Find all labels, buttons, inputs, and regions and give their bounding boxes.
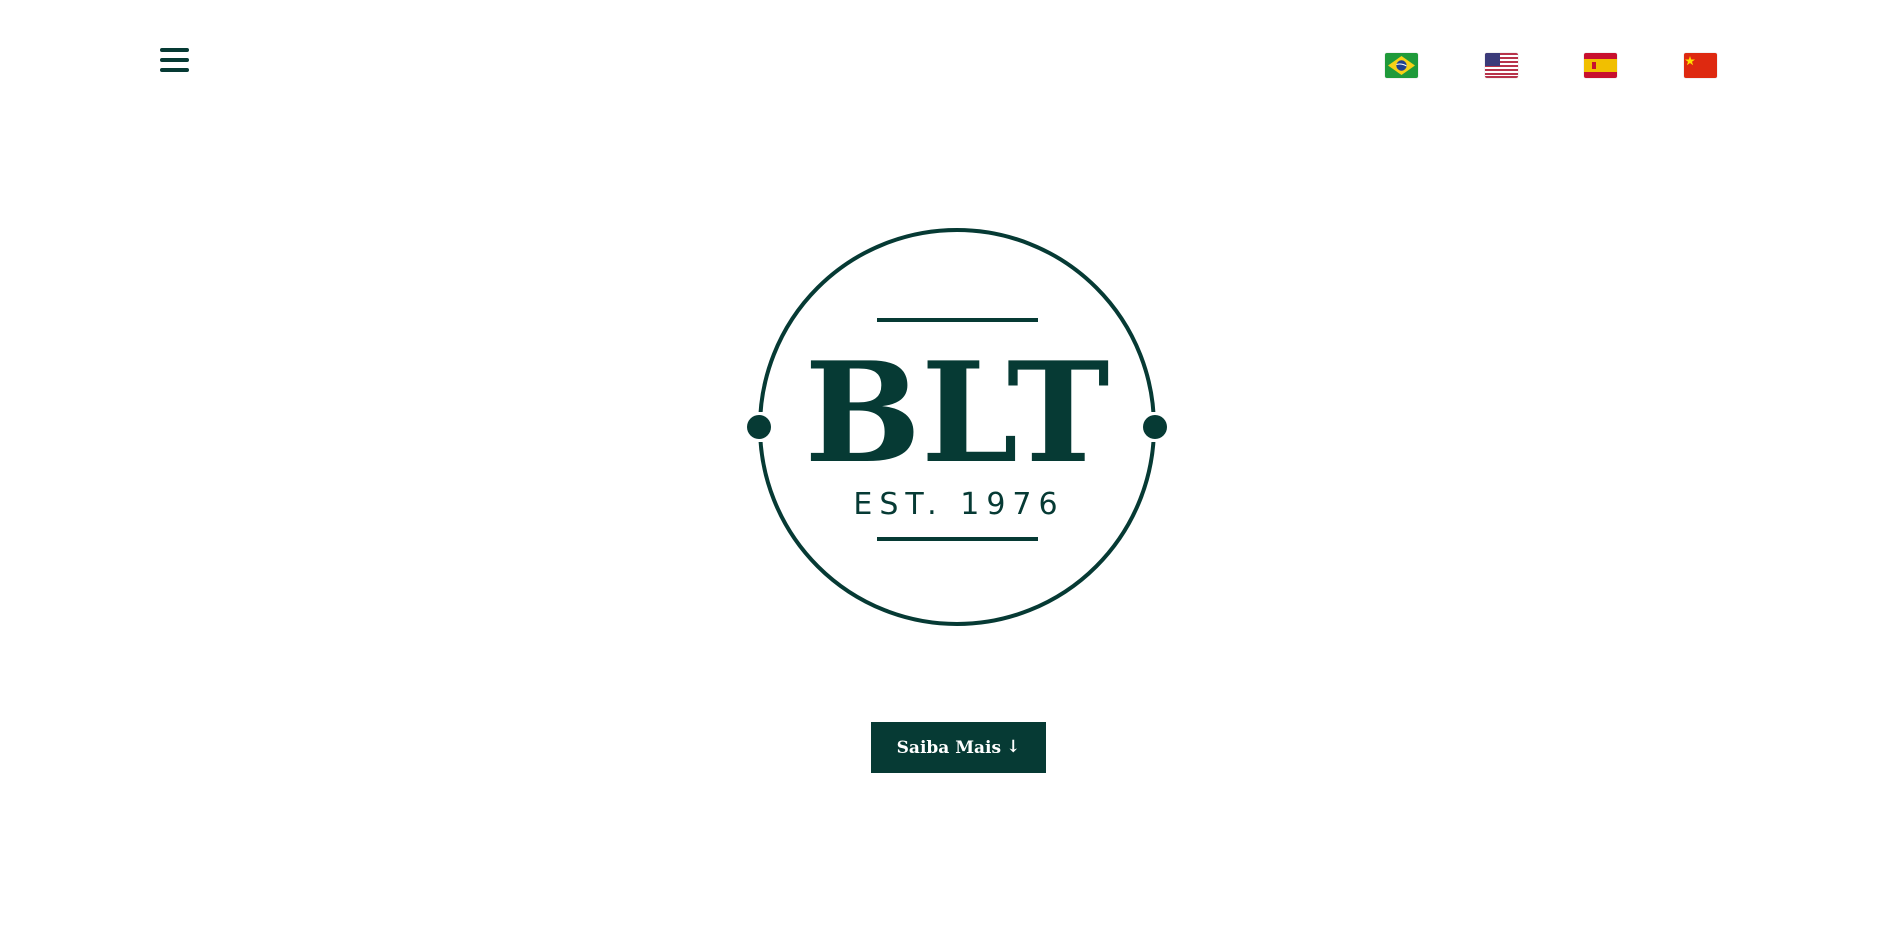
landing-page: BLT EST. 1976 Saiba Mais ↓ xyxy=(0,0,1902,946)
arrow-down-icon: ↓ xyxy=(1006,737,1021,757)
logo-bottom-rule xyxy=(877,537,1038,541)
brazil-flag-icon[interactable] xyxy=(1385,53,1418,78)
logo-top-rule xyxy=(877,318,1038,322)
logo-right-dot xyxy=(1143,415,1167,439)
saiba-mais-button[interactable]: Saiba Mais ↓ xyxy=(871,722,1046,773)
menu-bar-middle xyxy=(160,58,189,62)
logo-wordmark: BLT xyxy=(804,331,1109,494)
hamburger-menu-icon[interactable] xyxy=(160,48,190,72)
saiba-mais-label: Saiba Mais xyxy=(896,737,1002,758)
usa-flag-icon[interactable] xyxy=(1485,53,1518,78)
menu-bar-top xyxy=(160,48,189,52)
spain-flag-icon[interactable] xyxy=(1584,53,1617,78)
logo-left-dot xyxy=(747,415,771,439)
logo-tagline: EST. 1976 xyxy=(853,487,1064,522)
menu-bar-bottom xyxy=(160,68,189,72)
china-flag-icon[interactable] xyxy=(1684,53,1717,78)
blt-logo: BLT EST. 1976 xyxy=(747,227,1167,627)
